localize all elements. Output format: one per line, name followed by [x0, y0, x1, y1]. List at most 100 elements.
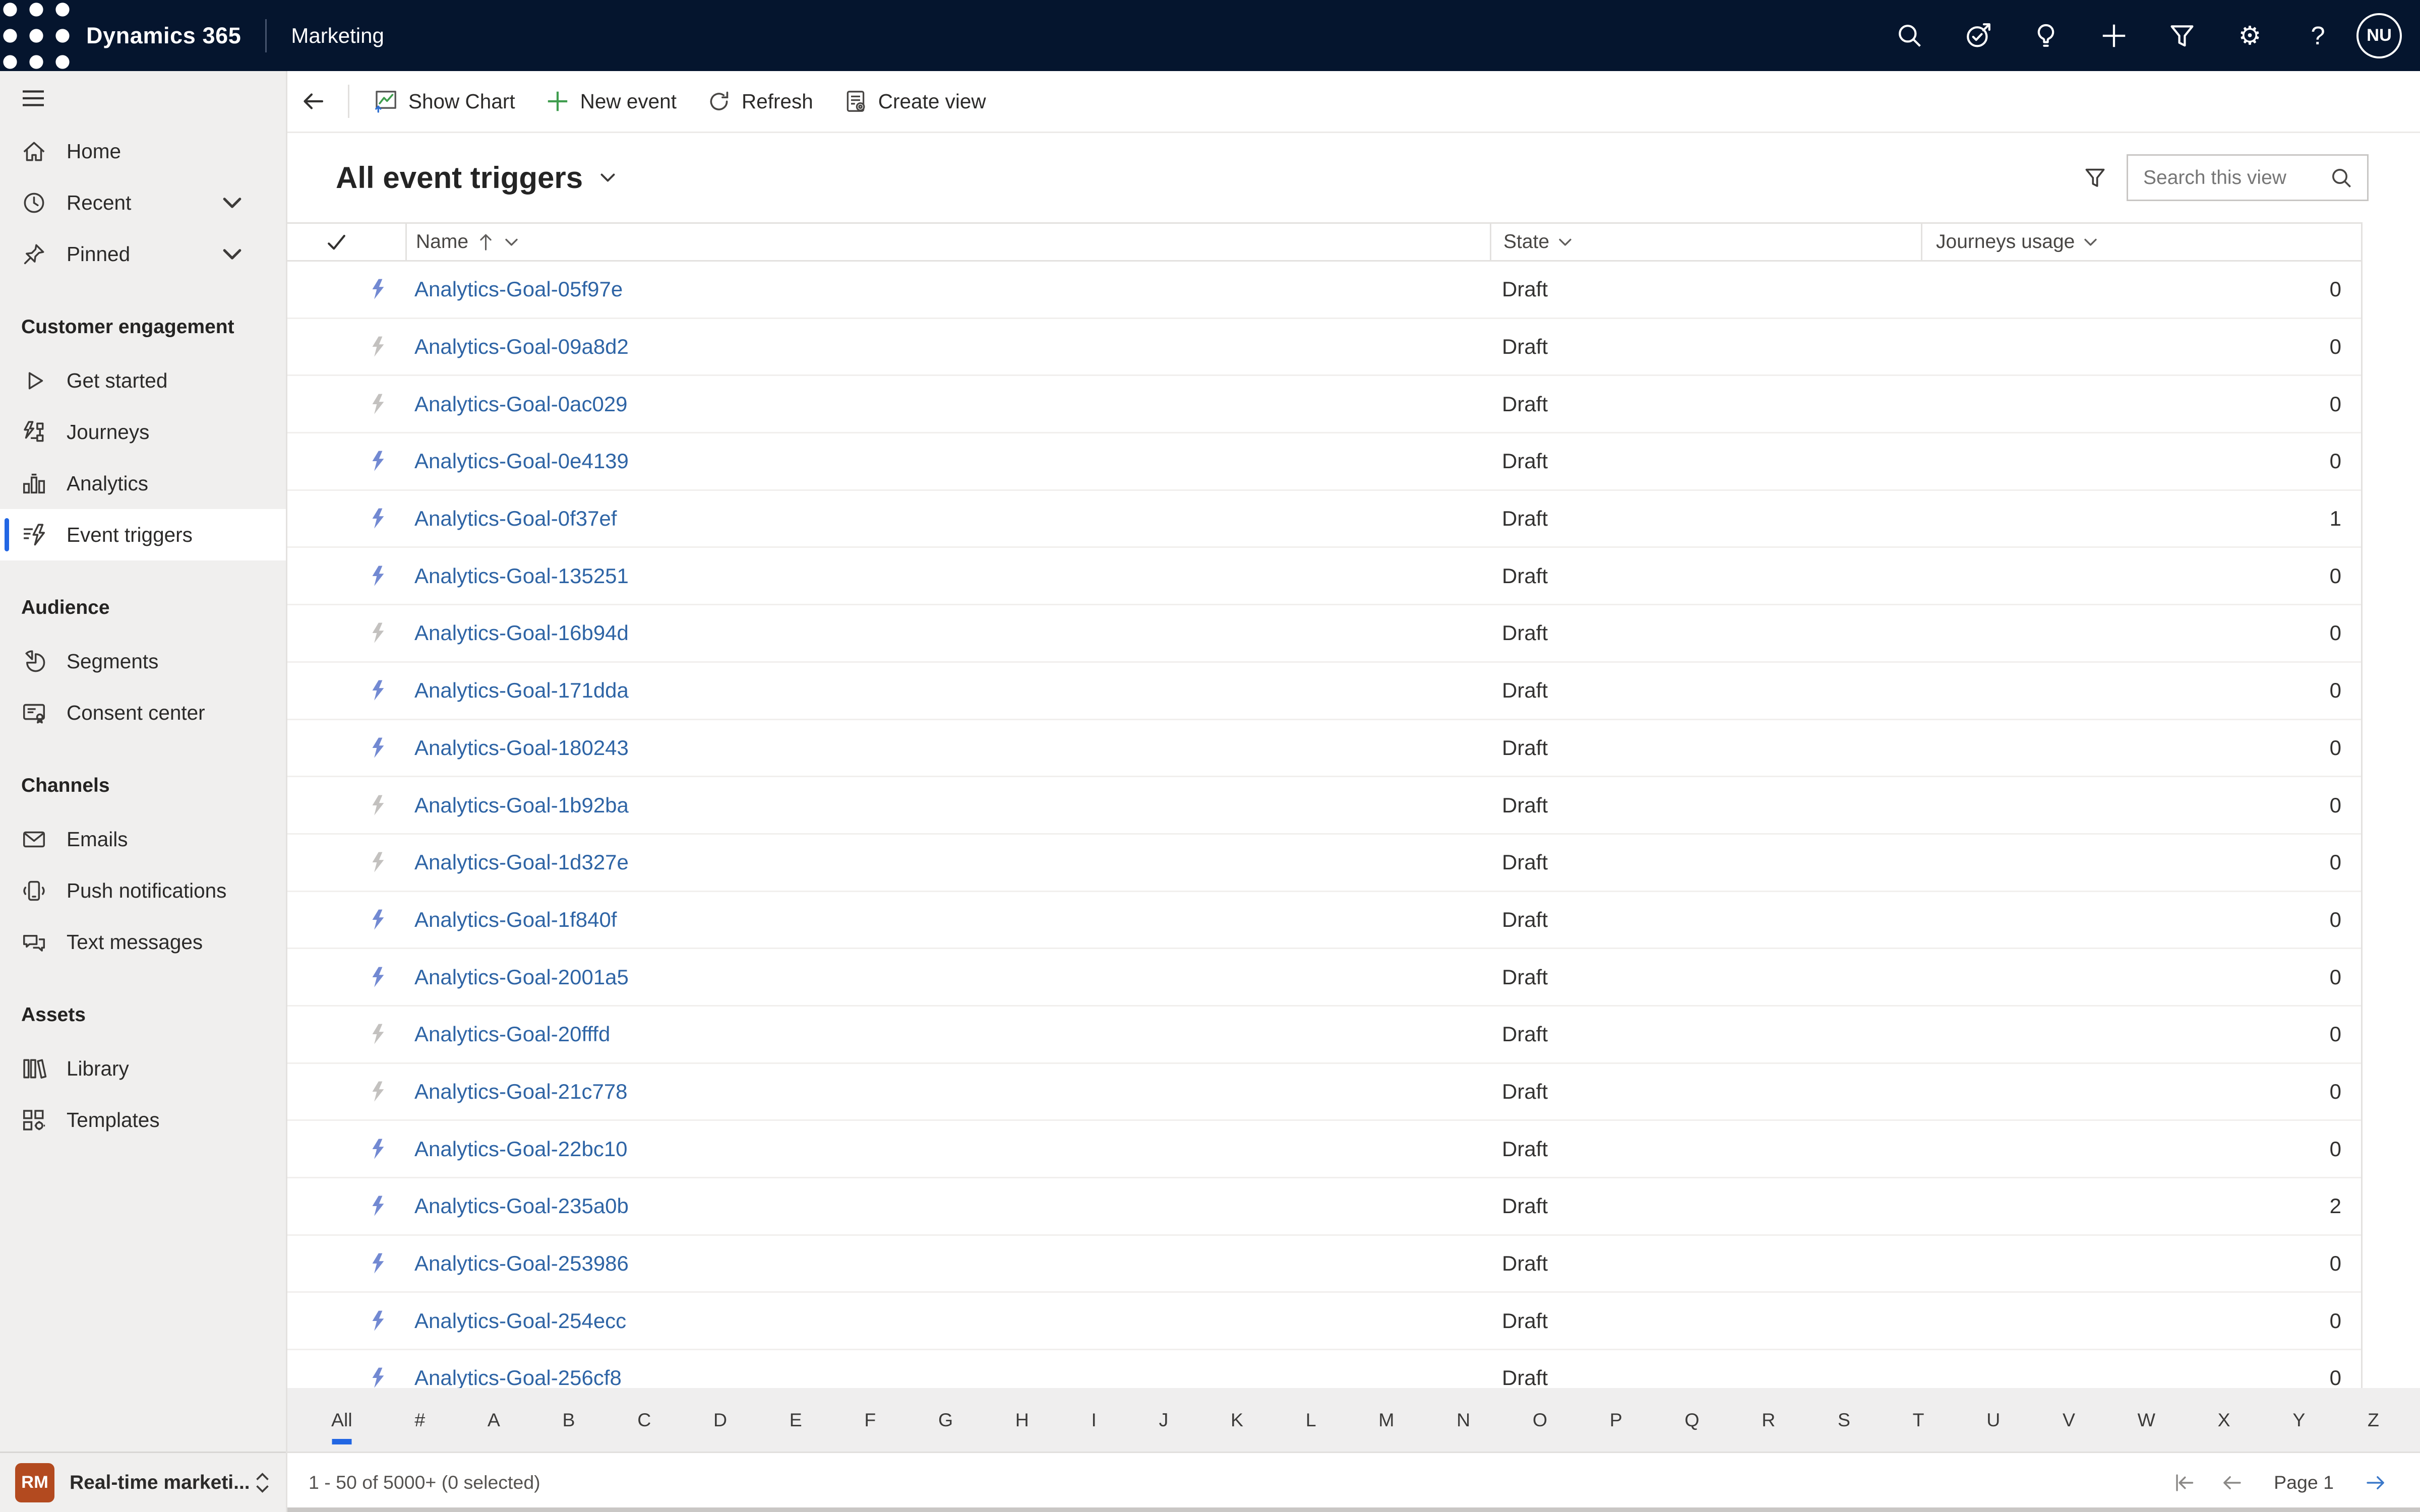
user-avatar[interactable]: NU — [2356, 13, 2402, 58]
record-name-link[interactable]: Analytics-Goal-21c778 — [405, 1080, 1490, 1104]
sidebar-item-journeys[interactable]: Journeys — [0, 406, 286, 458]
settings-button[interactable]: ⚙ — [2216, 0, 2284, 71]
jump-letter-n[interactable]: N — [1455, 1406, 1472, 1434]
jump-letter-k[interactable]: K — [1229, 1406, 1245, 1434]
sidebar-item-templates[interactable]: Templates — [0, 1094, 286, 1146]
jump-letter-g[interactable]: G — [937, 1406, 954, 1434]
column-header-state[interactable]: State — [1490, 224, 1921, 260]
record-name-link[interactable]: Analytics-Goal-1b92ba — [405, 793, 1490, 817]
table-row[interactable]: Analytics-Goal-254ecc Draft 0 — [287, 1293, 2361, 1351]
chevron-down-icon[interactable] — [1557, 234, 1574, 250]
jump-letter-y[interactable]: Y — [2291, 1406, 2307, 1434]
table-row[interactable]: Analytics-Goal-09a8d2 Draft 0 — [287, 319, 2361, 376]
table-row[interactable]: Analytics-Goal-0e4139 Draft 0 — [287, 433, 2361, 491]
jump-letter-q[interactable]: Q — [1683, 1406, 1701, 1434]
sidebar-item-home[interactable]: Home — [0, 125, 286, 177]
record-name-link[interactable]: Analytics-Goal-0f37ef — [405, 507, 1490, 531]
sidebar-item-text-messages[interactable]: Text messages — [0, 916, 286, 968]
jump-letter-x[interactable]: X — [2216, 1406, 2232, 1434]
jump-letter-s[interactable]: S — [1836, 1406, 1852, 1434]
table-row[interactable]: Analytics-Goal-135251 Draft 0 — [287, 548, 2361, 606]
table-row[interactable]: Analytics-Goal-256cf8 Draft 0 — [287, 1350, 2361, 1388]
record-name-link[interactable]: Analytics-Goal-20fffd — [405, 1022, 1490, 1046]
search-input[interactable] — [2128, 166, 2323, 189]
search-button[interactable] — [1876, 0, 1944, 71]
back-button[interactable] — [296, 79, 330, 124]
jump-letter-b[interactable]: B — [561, 1406, 577, 1434]
jump-letter-v[interactable]: V — [2061, 1406, 2077, 1434]
column-header-journeys-usage[interactable]: Journeys usage — [1921, 224, 2363, 260]
record-name-link[interactable]: Analytics-Goal-0e4139 — [405, 449, 1490, 473]
sidebar-item-consent-center[interactable]: Consent center — [0, 687, 286, 738]
table-row[interactable]: Analytics-Goal-235a0b Draft 2 — [287, 1178, 2361, 1236]
sidebar-item-emails[interactable]: Emails — [0, 813, 286, 865]
record-name-link[interactable]: Analytics-Goal-1d327e — [405, 850, 1490, 874]
sidebar-item-get-started[interactable]: Get started — [0, 355, 286, 406]
first-page-button[interactable] — [2171, 1469, 2198, 1496]
sidebar-item-event-triggers[interactable]: Event triggers — [0, 509, 286, 560]
jump-letter-e[interactable]: E — [788, 1406, 804, 1434]
chevron-down-icon[interactable] — [503, 234, 520, 250]
jump-letter-t[interactable]: T — [1911, 1406, 1926, 1434]
jump-letter-a[interactable]: A — [486, 1406, 502, 1434]
view-selector[interactable]: All event triggers — [336, 160, 583, 195]
sidebar-item-push-notifications[interactable]: Push notifications — [0, 865, 286, 916]
record-name-link[interactable]: Analytics-Goal-1f840f — [405, 908, 1490, 932]
table-row[interactable]: Analytics-Goal-180243 Draft 0 — [287, 720, 2361, 778]
record-name-link[interactable]: Analytics-Goal-22bc10 — [405, 1137, 1490, 1161]
target-check-button[interactable] — [1944, 0, 2012, 71]
new-event-button[interactable]: New event — [539, 80, 683, 122]
jump-letter-z[interactable]: Z — [2366, 1406, 2381, 1434]
lightbulb-button[interactable] — [2012, 0, 2080, 71]
record-name-link[interactable]: Analytics-Goal-0ac029 — [405, 392, 1490, 416]
record-name-link[interactable]: Analytics-Goal-235a0b — [405, 1194, 1490, 1218]
chevron-down-icon[interactable] — [2082, 234, 2099, 250]
filter-button[interactable] — [2148, 0, 2216, 71]
table-row[interactable]: Analytics-Goal-1d327e Draft 0 — [287, 835, 2361, 892]
table-row[interactable]: Analytics-Goal-2001a5 Draft 0 — [287, 949, 2361, 1006]
record-name-link[interactable]: Analytics-Goal-171dda — [405, 678, 1490, 703]
add-button[interactable] — [2080, 0, 2148, 71]
chevron-down-icon[interactable] — [598, 168, 618, 187]
record-name-link[interactable]: Analytics-Goal-2001a5 — [405, 965, 1490, 989]
next-page-button[interactable] — [2363, 1469, 2390, 1496]
jump-letter-u[interactable]: U — [1985, 1406, 2002, 1434]
jump-letter-m[interactable]: M — [1377, 1406, 1396, 1434]
table-row[interactable]: Analytics-Goal-20fffd Draft 0 — [287, 1006, 2361, 1064]
record-name-link[interactable]: Analytics-Goal-256cf8 — [405, 1366, 1490, 1388]
search-icon[interactable] — [2329, 166, 2353, 190]
jump-letter-i[interactable]: I — [1090, 1406, 1098, 1434]
select-all-checkbox[interactable] — [287, 224, 405, 260]
refresh-button[interactable]: Refresh — [701, 80, 819, 122]
record-name-link[interactable]: Analytics-Goal-135251 — [405, 564, 1490, 588]
record-name-link[interactable]: Analytics-Goal-254ecc — [405, 1309, 1490, 1333]
edit-filters-button[interactable] — [2066, 154, 2124, 201]
previous-page-button[interactable] — [2218, 1469, 2245, 1496]
jump-letter-h[interactable]: H — [1014, 1406, 1031, 1434]
table-row[interactable]: Analytics-Goal-05f97e Draft 0 — [287, 262, 2361, 319]
jump-letter-l[interactable]: L — [1304, 1406, 1318, 1434]
table-row[interactable]: Analytics-Goal-22bc10 Draft 0 — [287, 1121, 2361, 1178]
create-view-button[interactable]: Create view — [837, 80, 992, 122]
jump-letter-f[interactable]: F — [863, 1406, 877, 1434]
sitemap-toggle-button[interactable] — [0, 71, 286, 125]
record-name-link[interactable]: Analytics-Goal-05f97e — [405, 277, 1490, 301]
environment-switcher[interactable]: RM Real-time marketi... — [0, 1452, 286, 1512]
jump-letter-w[interactable]: W — [2136, 1406, 2157, 1434]
jump-letter-o[interactable]: O — [1531, 1406, 1549, 1434]
help-button[interactable]: ? — [2284, 0, 2352, 71]
sidebar-item-pinned[interactable]: Pinned — [0, 228, 286, 280]
table-row[interactable]: Analytics-Goal-253986 Draft 0 — [287, 1236, 2361, 1293]
jump-letter-all[interactable]: All — [330, 1406, 354, 1434]
sidebar-item-analytics[interactable]: Analytics — [0, 458, 286, 509]
record-name-link[interactable]: Analytics-Goal-253986 — [405, 1251, 1490, 1276]
table-row[interactable]: Analytics-Goal-171dda Draft 0 — [287, 663, 2361, 720]
sidebar-item-segments[interactable]: Segments — [0, 636, 286, 687]
app-launcher-button[interactable] — [0, 0, 73, 71]
table-row[interactable]: Analytics-Goal-16b94d Draft 0 — [287, 605, 2361, 663]
sidebar-item-library[interactable]: Library — [0, 1043, 286, 1094]
table-row[interactable]: Analytics-Goal-0f37ef Draft 1 — [287, 491, 2361, 548]
jump-letter-d[interactable]: D — [712, 1406, 729, 1434]
table-row[interactable]: Analytics-Goal-1b92ba Draft 0 — [287, 777, 2361, 835]
table-row[interactable]: Analytics-Goal-1f840f Draft 0 — [287, 892, 2361, 950]
